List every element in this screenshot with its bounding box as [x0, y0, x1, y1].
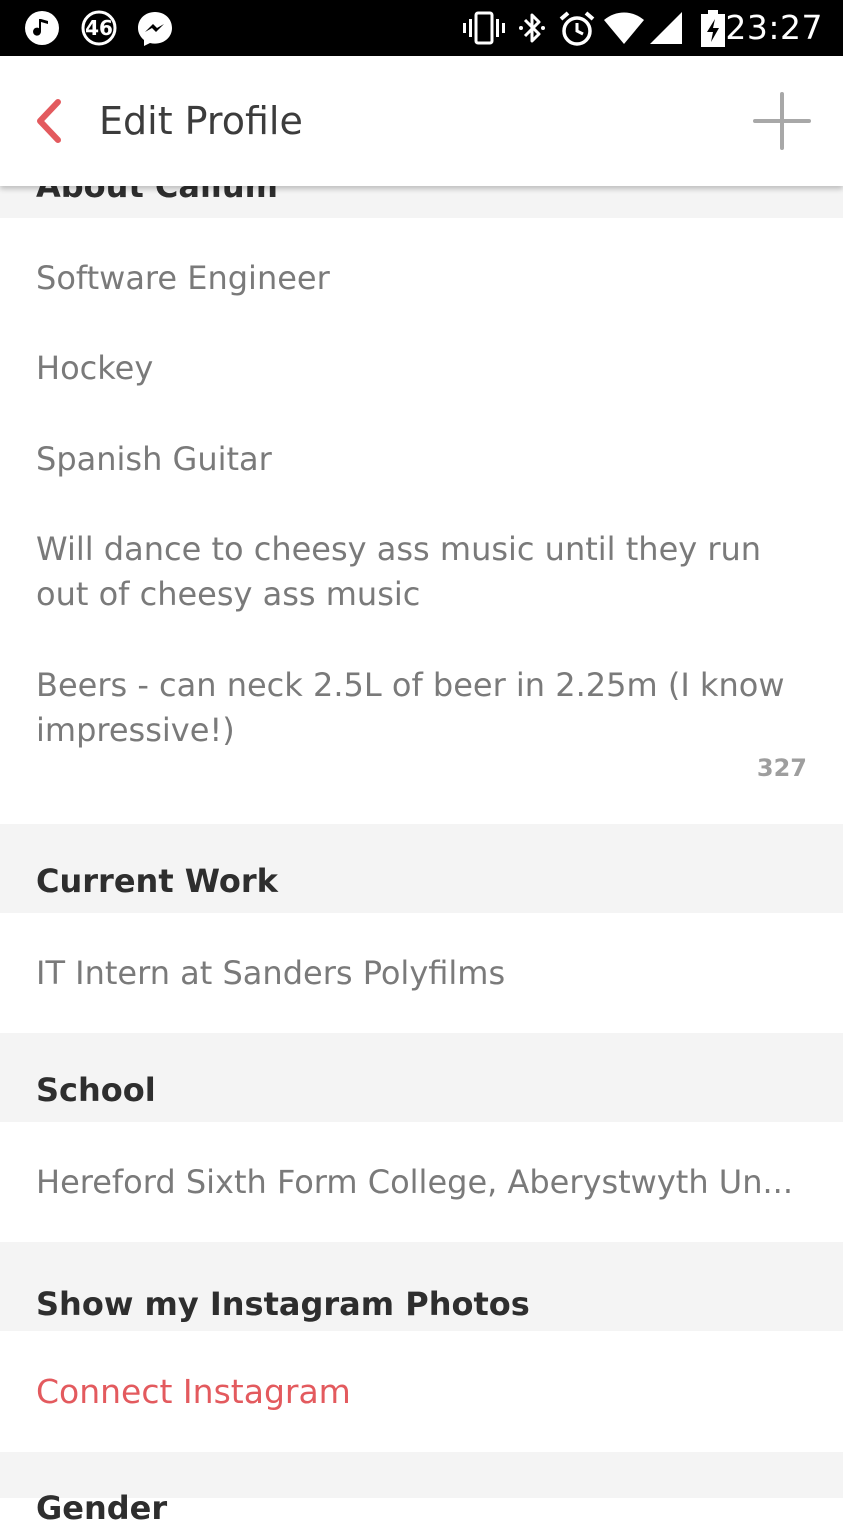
vibrate-icon [463, 11, 505, 45]
bluetooth-icon [519, 13, 545, 43]
gender-title-partial: Gender [36, 1489, 168, 1527]
messenger-icon [138, 12, 172, 46]
battery-charging-icon [701, 10, 725, 47]
about-char-counter: 327 [756, 754, 807, 782]
connect-instagram-button[interactable]: Connect Instagram [36, 1370, 351, 1414]
about-line-2[interactable]: Hockey [36, 346, 153, 391]
notification-badge-count: 46 [85, 16, 113, 40]
app-header: Edit Profile [0, 56, 843, 186]
school-title: School [36, 1071, 156, 1109]
current-work-field[interactable]: IT Intern at Sanders Polyfilms [36, 951, 505, 996]
about-line-5[interactable]: Beers - can neck 2.5L of beer in 2.25m (… [36, 663, 816, 753]
alarm-icon [559, 11, 595, 46]
music-note-icon [25, 11, 59, 45]
back-arrow-icon[interactable] [30, 96, 70, 146]
status-bar: 46 23:27 [0, 0, 843, 56]
about-line-1[interactable]: Software Engineer [36, 256, 330, 301]
page-title: Edit Profile [99, 99, 303, 143]
about-line-3[interactable]: Spanish Guitar [36, 437, 272, 482]
wifi-icon [604, 12, 644, 44]
signal-icon [650, 12, 682, 44]
add-icon[interactable] [753, 92, 811, 150]
current-work-title: Current Work [36, 862, 278, 900]
status-time: 23:27 [725, 8, 823, 47]
instagram-title: Show my Instagram Photos [36, 1285, 530, 1323]
school-field[interactable]: Hereford Sixth Form College, Aberystwyth… [36, 1160, 793, 1205]
about-line-4[interactable]: Will dance to cheesy ass music until the… [36, 527, 816, 617]
